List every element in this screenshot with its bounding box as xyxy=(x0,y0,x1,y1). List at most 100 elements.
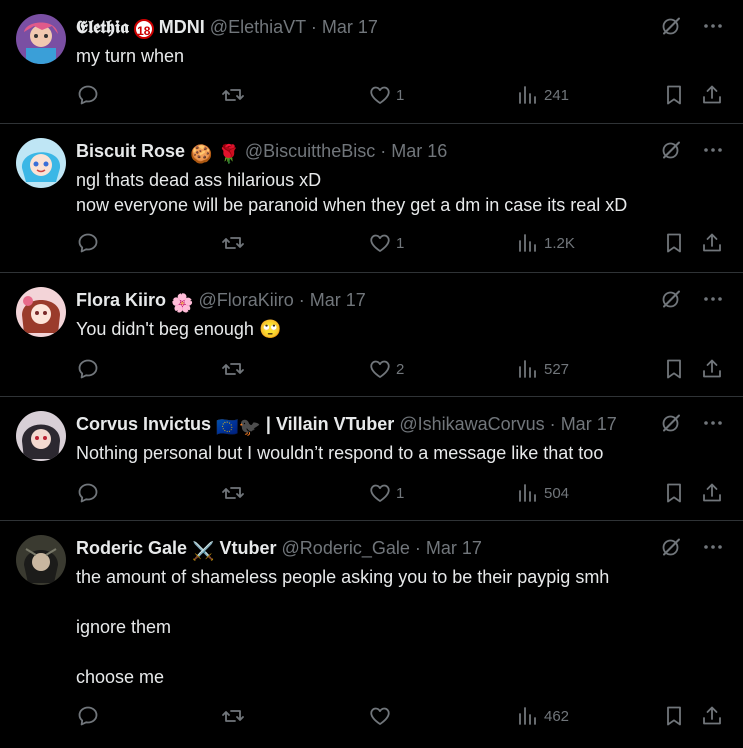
tweet-header: 𝕰𝖑𝖊𝖙𝖍𝖎𝖆 18 MDNI @ElethiaVT · Mar 17 xyxy=(76,16,378,39)
avatar[interactable] xyxy=(16,14,66,64)
reply-button[interactable] xyxy=(76,704,100,728)
tweet-item[interactable]: Corvus Invictus 🇪🇺🐦‍⬛ | Villain VTuber @… xyxy=(0,397,743,521)
tweet-header: Roderic Gale ⚔️ Vtuber @Roderic_Gale · M… xyxy=(76,537,482,562)
retweet-button[interactable] xyxy=(221,83,245,107)
display-name[interactable]: Biscuit Rose xyxy=(76,141,185,161)
like-icon xyxy=(368,357,392,381)
reply-button[interactable] xyxy=(76,357,100,381)
retweet-button[interactable] xyxy=(221,481,245,505)
user-handle[interactable]: @Roderic_Gale xyxy=(282,538,410,558)
tweet-item[interactable]: 𝕰𝖑𝖊𝖙𝖍𝖎𝖆 18 MDNI @ElethiaVT · Mar 17 my t… xyxy=(0,0,743,124)
views-button[interactable]: 1.2K xyxy=(516,231,575,255)
tweet-top-icons xyxy=(659,411,725,435)
tweet-top-icons xyxy=(659,138,725,162)
bookmark-button[interactable] xyxy=(662,481,686,505)
name-emoji: 🇪🇺🐦‍⬛ xyxy=(216,417,261,437)
like-button[interactable]: 1 xyxy=(368,481,404,505)
retweet-icon xyxy=(221,83,245,107)
more-icon[interactable] xyxy=(701,138,725,162)
display-name[interactable]: Corvus Invictus xyxy=(76,414,211,434)
user-handle[interactable]: @ElethiaVT xyxy=(210,17,306,37)
share-button[interactable] xyxy=(700,231,724,255)
share-button[interactable] xyxy=(700,83,724,107)
separator: · xyxy=(414,538,421,558)
retweet-button[interactable] xyxy=(221,357,245,381)
tweet-item[interactable]: Biscuit Rose 🍪 🌹 @BiscuittheBisc · Mar 1… xyxy=(0,124,743,273)
tweet-item[interactable]: Roderic Gale ⚔️ Vtuber @Roderic_Gale · M… xyxy=(0,521,743,748)
bookmark-icon xyxy=(662,481,686,505)
grok-icon[interactable] xyxy=(659,287,683,311)
tweet-date[interactable]: Mar 17 xyxy=(322,17,378,37)
separator: · xyxy=(298,290,305,310)
share-button[interactable] xyxy=(700,704,724,728)
retweet-button[interactable] xyxy=(221,231,245,255)
reply-button[interactable] xyxy=(76,231,100,255)
share-icon xyxy=(700,231,724,255)
reply-feed: 𝕰𝖑𝖊𝖙𝖍𝖎𝖆 18 MDNI @ElethiaVT · Mar 17 my t… xyxy=(0,0,743,748)
user-handle[interactable]: @BiscuittheBisc xyxy=(245,141,375,161)
name-emoji: 🍪 🌹 xyxy=(190,144,240,164)
reply-icon xyxy=(76,357,100,381)
bookmark-icon xyxy=(662,231,686,255)
share-button[interactable] xyxy=(700,357,724,381)
grok-icon[interactable] xyxy=(659,138,683,162)
reply-button[interactable] xyxy=(76,83,100,107)
tweet-item[interactable]: Flora Kiiro 🌸 @FloraKiiro · Mar 17 You d… xyxy=(0,273,743,397)
tweet-date[interactable]: Mar 17 xyxy=(310,290,366,310)
views-button[interactable]: 527 xyxy=(516,357,569,381)
user-handle[interactable]: @IshikawaCorvus xyxy=(399,414,544,434)
like-count: 1 xyxy=(396,484,405,502)
reply-button[interactable] xyxy=(76,481,100,505)
display-name-suffix: MDNI xyxy=(158,17,205,37)
share-icon xyxy=(700,704,724,728)
views-icon xyxy=(516,231,540,255)
views-button[interactable]: 241 xyxy=(516,83,569,107)
separator: · xyxy=(549,414,556,434)
like-count: 2 xyxy=(396,360,405,378)
user-handle[interactable]: @FloraKiiro xyxy=(198,290,293,310)
share-button[interactable] xyxy=(700,481,724,505)
avatar[interactable] xyxy=(16,535,66,585)
display-name[interactable]: Flora Kiiro xyxy=(76,290,166,310)
grok-icon[interactable] xyxy=(659,535,683,559)
like-button[interactable]: 1 xyxy=(368,231,404,255)
more-icon[interactable] xyxy=(701,535,725,559)
tweet-text: the amount of shameless people asking yo… xyxy=(76,567,610,687)
like-button[interactable]: 1 xyxy=(368,83,404,107)
retweet-button[interactable] xyxy=(221,704,245,728)
bookmark-button[interactable] xyxy=(662,357,686,381)
display-name[interactable]: 𝕰𝖑𝖊𝖙𝖍𝖎𝖆 xyxy=(76,17,129,37)
like-icon xyxy=(368,481,392,505)
display-name-suffix: | Villain VTuber xyxy=(265,414,395,434)
retweet-icon xyxy=(221,231,245,255)
bookmark-button[interactable] xyxy=(662,704,686,728)
display-name[interactable]: Roderic Gale xyxy=(76,538,187,558)
tweet-date[interactable]: Mar 16 xyxy=(391,141,447,161)
tweet-actions: 1 241 xyxy=(76,83,727,109)
tweet-date[interactable]: Mar 17 xyxy=(426,538,482,558)
views-icon xyxy=(516,481,540,505)
grok-icon[interactable] xyxy=(659,411,683,435)
tweet-text: You didn't beg enough 🙄 xyxy=(76,319,282,339)
separator: · xyxy=(310,17,317,37)
more-icon[interactable] xyxy=(701,411,725,435)
more-icon[interactable] xyxy=(701,14,725,38)
tweet-date[interactable]: Mar 17 xyxy=(561,414,617,434)
grok-icon[interactable] xyxy=(659,14,683,38)
avatar[interactable] xyxy=(16,287,66,337)
like-button[interactable]: 2 xyxy=(368,357,404,381)
views-button[interactable]: 504 xyxy=(516,481,569,505)
views-button[interactable]: 462 xyxy=(516,704,569,728)
more-icon[interactable] xyxy=(701,287,725,311)
avatar[interactable] xyxy=(16,138,66,188)
views-icon xyxy=(516,704,540,728)
bookmark-button[interactable] xyxy=(662,83,686,107)
avatar[interactable] xyxy=(16,411,66,461)
retweet-icon xyxy=(221,357,245,381)
display-name-suffix: Vtuber xyxy=(219,538,277,558)
tweet-actions: 2 527 xyxy=(76,357,727,383)
like-button[interactable] xyxy=(368,704,396,728)
tweet-text: ngl thats dead ass hilarious xD now ever… xyxy=(76,170,628,215)
view-count: 462 xyxy=(544,707,570,725)
bookmark-button[interactable] xyxy=(662,231,686,255)
